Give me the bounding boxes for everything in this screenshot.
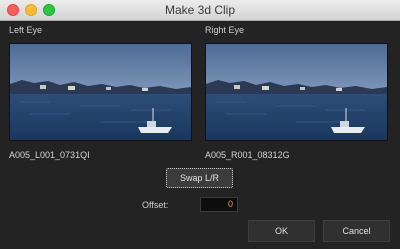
offset-input[interactable]: 0 bbox=[200, 197, 238, 212]
ok-button[interactable]: OK bbox=[248, 220, 315, 242]
swap-lr-button[interactable]: Swap L/R bbox=[166, 168, 233, 188]
make-3d-clip-dialog: Make 3d Clip Left Eye Right Eye A005_L00… bbox=[0, 0, 400, 249]
window-title: Make 3d Clip bbox=[164, 3, 236, 17]
offset-label: Offset: bbox=[142, 200, 169, 210]
left-eye-filename: A005_L001_0731QI bbox=[9, 150, 90, 160]
left-eye-label: Left Eye bbox=[9, 25, 43, 35]
right-eye-label: Right Eye bbox=[205, 25, 245, 35]
title-bar: Make 3d Clip bbox=[0, 0, 400, 21]
left-eye-preview bbox=[9, 43, 192, 141]
right-eye-preview bbox=[205, 43, 388, 141]
right-eye-filename: A005_R001_08312G bbox=[205, 150, 290, 160]
cancel-button[interactable]: Cancel bbox=[323, 220, 390, 242]
